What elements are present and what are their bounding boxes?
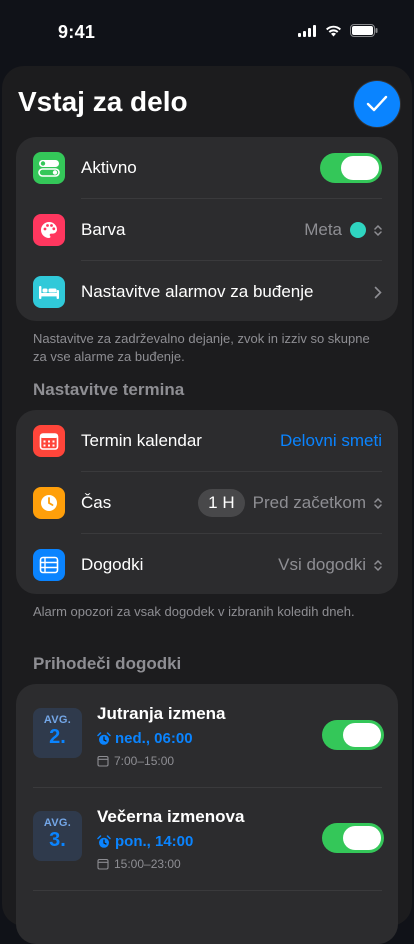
event-item[interactable]: AVG. 3. Večerna izmenova pon., 14:00 15:… bbox=[16, 787, 398, 890]
color-swatch bbox=[350, 222, 366, 238]
event-item[interactable]: AVG. 2. Jutranja izmena ned., 06:00 7:00… bbox=[16, 684, 398, 787]
calendar-label: Termin kalendar bbox=[81, 431, 202, 450]
event-time-range: 7:00–15:00 bbox=[114, 754, 175, 768]
upcoming-events-card: AVG. 2. Jutranja izmena ned., 06:00 7:00… bbox=[16, 684, 398, 944]
term-settings-card: Termin kalendar Delovni smeti Čas 1 H Pr… bbox=[16, 410, 398, 594]
calendar-icon bbox=[33, 425, 65, 457]
color-value: Meta bbox=[304, 220, 342, 239]
event-day: 2. bbox=[49, 726, 66, 748]
event-time-range: 15:00–23:00 bbox=[114, 857, 181, 871]
battery-icon bbox=[350, 24, 378, 37]
chevron-updown-icon bbox=[374, 224, 382, 236]
bed-icon bbox=[33, 276, 65, 308]
time-row[interactable]: Čas 1 H Pred začetkom bbox=[16, 472, 398, 534]
active-toggle[interactable] bbox=[320, 153, 382, 183]
cellular-signal-icon bbox=[298, 24, 316, 37]
wake-alarm-settings-row[interactable]: Nastavitve alarmov za buđenje bbox=[16, 261, 398, 323]
divider bbox=[33, 890, 382, 891]
chevron-updown-icon bbox=[374, 497, 382, 509]
event-day: 3. bbox=[49, 829, 66, 851]
time-value[interactable]: Pred začetkom bbox=[253, 493, 366, 513]
event-title: Večerna izmenova bbox=[97, 807, 245, 826]
calendar-row[interactable]: Termin kalendar Delovni smeti bbox=[16, 410, 398, 472]
event-month: AVG. bbox=[43, 817, 72, 829]
event-alarm-time: ned., 06:00 bbox=[115, 730, 193, 747]
wifi-icon bbox=[326, 25, 341, 36]
calendar-value[interactable]: Delovni smeti bbox=[280, 431, 382, 451]
page-title: Vstaj za delo bbox=[18, 86, 188, 117]
toggle-icon bbox=[33, 152, 65, 184]
color-label: Barva bbox=[81, 220, 126, 239]
event-date-badge: AVG. 3. bbox=[33, 811, 82, 861]
done-button[interactable] bbox=[354, 81, 400, 127]
alarm-clock-icon bbox=[97, 834, 111, 848]
event-month: AVG. bbox=[43, 714, 72, 726]
shared-settings-note: Nastavitve za zadrževalno dejanje, zvok … bbox=[33, 331, 370, 364]
alarm-clock-icon bbox=[97, 731, 111, 745]
time-label: Čas bbox=[81, 493, 112, 512]
calendar-small-icon bbox=[97, 858, 109, 870]
chevron-updown-icon bbox=[374, 559, 382, 571]
chevron-right-icon bbox=[374, 286, 382, 298]
event-alarm-time: pon., 14:00 bbox=[115, 833, 194, 850]
event-alarm: pon., 14:00 bbox=[97, 833, 193, 850]
events-row[interactable]: Dogodki Vsi dogodki bbox=[16, 534, 398, 596]
status-icons bbox=[298, 24, 378, 37]
palette-icon bbox=[33, 214, 65, 246]
calendar-small-icon bbox=[97, 755, 109, 767]
section-header-term: Nastavitve termina bbox=[33, 380, 185, 399]
events-value[interactable]: Vsi dogodki bbox=[278, 555, 366, 575]
event-toggle[interactable] bbox=[322, 720, 384, 750]
events-note: Alarm opozori za vsak dogodek v izbranih… bbox=[33, 604, 355, 619]
event-alarm: ned., 06:00 bbox=[97, 730, 193, 747]
list-icon bbox=[33, 549, 65, 581]
alarm-settings-card: Aktivno Barva Meta Nastavitve alarmov za… bbox=[16, 137, 398, 321]
time-offset-pill[interactable]: 1 H bbox=[198, 489, 245, 517]
event-range: 15:00–23:00 bbox=[97, 857, 181, 871]
active-row[interactable]: Aktivno bbox=[16, 137, 398, 199]
checkmark-icon bbox=[366, 95, 388, 112]
wake-alarm-settings-label: Nastavitve alarmov za buđenje bbox=[81, 282, 314, 301]
active-label: Aktivno bbox=[81, 158, 137, 177]
event-title: Jutranja izmena bbox=[97, 704, 226, 723]
events-label: Dogodki bbox=[81, 555, 144, 574]
section-header-upcoming: Prihodeči dogodki bbox=[33, 654, 182, 673]
event-toggle[interactable] bbox=[322, 823, 384, 853]
status-bar: 9:41 bbox=[0, 0, 414, 60]
settings-sheet: Vstaj za delo Aktivno Barva Meta Nastavi… bbox=[2, 66, 412, 944]
color-row[interactable]: Barva Meta bbox=[16, 199, 398, 261]
event-date-badge: AVG. 2. bbox=[33, 708, 82, 758]
event-range: 7:00–15:00 bbox=[97, 754, 174, 768]
clock-icon bbox=[33, 487, 65, 519]
status-time: 9:41 bbox=[58, 22, 96, 42]
